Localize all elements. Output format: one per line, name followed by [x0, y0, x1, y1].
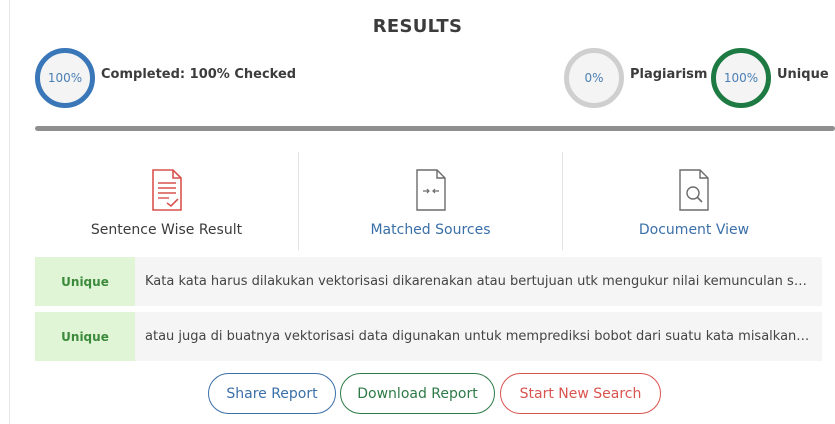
tab-document-view-label: Document View: [638, 222, 750, 238]
plagiarism-percent-value: 0%: [584, 71, 604, 85]
tab-matched-sources[interactable]: Matched Sources: [298, 152, 562, 250]
result-row[interactable]: Unique Kata kata harus dilakukan vektori…: [35, 257, 822, 306]
completed-status-label: Completed: 100% Checked: [101, 67, 297, 82]
sentence-text: atau juga di buatnya vektorisasi data di…: [145, 329, 822, 344]
check-progress-bar: [35, 126, 835, 131]
download-report-button[interactable]: Download Report: [340, 373, 495, 414]
sentence-text: Kata kata harus dilakukan vektorisasi di…: [145, 274, 822, 289]
result-row[interactable]: Unique atau juga di buatnya vektorisasi …: [35, 312, 822, 361]
tab-matched-sources-label: Matched Sources: [370, 222, 491, 238]
document-search-icon: [679, 169, 709, 211]
plagiarism-label: Plagiarism: [630, 67, 708, 82]
unique-status-badge: Unique: [35, 257, 135, 306]
tab-sentence-wise-result-label: Sentence Wise Result: [90, 222, 243, 238]
tab-sentence-wise-result[interactable]: Sentence Wise Result: [35, 152, 298, 250]
left-divider: [9, 0, 10, 424]
unique-label: Unique: [777, 67, 829, 82]
document-compare-icon: [415, 169, 446, 211]
unique-status-badge: Unique: [35, 312, 135, 361]
plagiarism-percent-ring: 0%: [564, 48, 624, 108]
unique-percent-ring: 100%: [711, 48, 771, 108]
completed-percent-value: 100%: [47, 71, 83, 85]
tab-document-view[interactable]: Document View: [562, 152, 825, 250]
share-report-button[interactable]: Share Report: [208, 373, 336, 414]
document-check-icon: [151, 169, 182, 211]
unique-percent-value: 100%: [723, 71, 759, 85]
page-title: RESULTS: [372, 16, 463, 37]
start-new-search-button[interactable]: Start New Search: [500, 373, 661, 414]
completed-percent-ring: 100%: [35, 48, 95, 108]
